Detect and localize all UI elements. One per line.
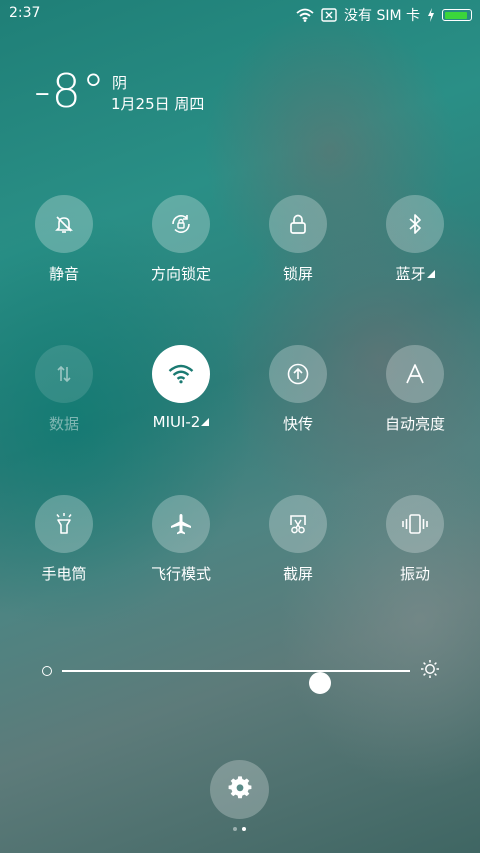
brightness-slider[interactable] — [40, 658, 440, 694]
brightness-thumb[interactable] — [308, 672, 331, 694]
page-dot-active[interactable] — [242, 827, 246, 831]
brightness-low-icon — [42, 666, 52, 676]
status-icons: 没有 SIM 卡 — [296, 5, 472, 25]
weather-condition: 阴 — [112, 74, 128, 92]
wifi-icon — [152, 345, 210, 403]
status-time: 2:37 — [9, 5, 41, 21]
date-text: 1月25日 周四 — [111, 95, 205, 113]
sim-card-icon — [321, 8, 337, 22]
toggle-label: 快传 — [282, 415, 313, 433]
auto-brightness-icon — [386, 345, 444, 403]
toggle-rotation-lock[interactable]: 方向锁定 — [121, 195, 241, 284]
toggle-mobile-data[interactable]: 数据 — [4, 345, 124, 434]
weather-widget[interactable]: -8° — [34, 66, 106, 116]
toggle-label: 静音 — [48, 265, 79, 283]
toggle-quick-transfer[interactable]: 快传 — [238, 345, 358, 434]
flashlight-icon — [35, 495, 93, 553]
toggle-label: MIUI-2 — [152, 413, 201, 431]
status-bar: 2:37 没有 SIM 卡 — [0, 0, 480, 28]
bluetooth-icon — [386, 195, 444, 253]
toggle-airplane-mode[interactable]: 飞行模式 — [121, 495, 241, 584]
vibrate-icon — [386, 495, 444, 553]
toggle-label: 截屏 — [282, 565, 313, 583]
carrier-text: 没有 SIM 卡 — [344, 8, 420, 24]
quick-transfer-icon — [269, 345, 327, 403]
toggle-label: 振动 — [399, 565, 430, 583]
toggle-label: 蓝牙 — [395, 265, 426, 283]
toggle-wifi[interactable]: MIUI-2 — [121, 345, 241, 431]
toggle-label: 锁屏 — [282, 265, 313, 283]
battery-icon — [442, 9, 472, 21]
rotation-lock-icon — [152, 195, 210, 253]
airplane-icon — [152, 495, 210, 553]
toggle-label: 自动亮度 — [384, 415, 445, 433]
toggle-vibrate[interactable]: 振动 — [355, 495, 475, 584]
toggle-label: 数据 — [48, 415, 79, 433]
gear-icon — [228, 775, 252, 804]
mobile-data-icon — [35, 345, 93, 403]
temperature: -8° — [34, 64, 106, 118]
page-indicator — [233, 827, 246, 831]
expand-corner-icon — [426, 270, 435, 278]
toggle-auto-brightness[interactable]: 自动亮度 — [355, 345, 475, 434]
screenshot-icon — [269, 495, 327, 553]
toggle-bluetooth[interactable]: 蓝牙 — [355, 195, 475, 284]
charging-bolt-icon — [427, 8, 435, 22]
toggle-silent[interactable]: 静音 — [4, 195, 124, 284]
wifi-icon — [296, 8, 314, 22]
toggle-label: 飞行模式 — [150, 565, 211, 583]
expand-corner-icon — [201, 418, 210, 426]
toggle-label: 手电筒 — [41, 565, 87, 583]
toggle-flashlight[interactable]: 手电筒 — [4, 495, 124, 584]
toggle-label-row: MIUI-2 — [121, 413, 241, 431]
brightness-track[interactable] — [62, 670, 410, 694]
lock-icon — [269, 195, 327, 253]
silent-bell-icon — [35, 195, 93, 253]
brightness-high-icon — [420, 659, 440, 683]
toggle-label-row: 蓝牙 — [355, 263, 475, 284]
settings-button[interactable] — [210, 760, 269, 819]
toggle-screenshot[interactable]: 截屏 — [238, 495, 358, 584]
toggle-label: 方向锁定 — [150, 265, 211, 283]
page-dot[interactable] — [233, 827, 237, 831]
toggle-lock-screen[interactable]: 锁屏 — [238, 195, 358, 284]
